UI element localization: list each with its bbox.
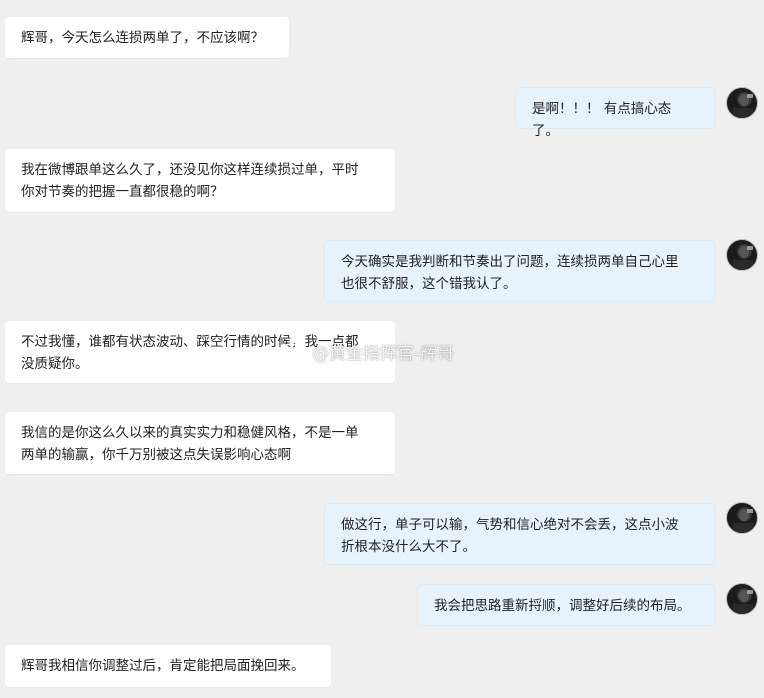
message-bubble-sent: 今天确实是我判断和节奏出了问题，连续损两单自己心里 也很不舒服，这个错我认了。 [324,240,715,302]
message-bubble-received: 辉哥我相信你调整过后，肯定能把局面挽回来。 [5,645,331,687]
message-bubble-sent: 是啊！！！ 有点搞心态了。 [515,87,715,139]
message-bubble-sent: 做这行，单子可以输，气势和信心绝对不会丢，这点小波 折根本没什么大不了。 [324,503,715,565]
user-avatar-icon[interactable] [726,583,758,615]
message-bubble-sent: 我会把思路重新捋顺，调整好后续的布局。 [417,584,715,626]
message-bubble-received: 不过我懂，谁都有状态波动、踩空行情的时候，我一点都 没质疑你。 [5,321,395,383]
message-bubble-received: 辉哥，今天怎么连损两单了，不应该啊？ [5,17,289,58]
message-bubble-received: 我在微博跟单这么久了，还没见你这样连续损过单，平时 你对节奏的把握一直都很稳的啊… [5,149,395,212]
user-avatar-icon[interactable] [726,87,758,119]
user-avatar-icon[interactable] [726,502,758,534]
message-bubble-received: 我信的是你这么久以来的真实实力和稳健风格，不是一单 两单的输赢，你千万别被这点失… [5,412,395,474]
user-avatar-icon[interactable] [726,239,758,271]
